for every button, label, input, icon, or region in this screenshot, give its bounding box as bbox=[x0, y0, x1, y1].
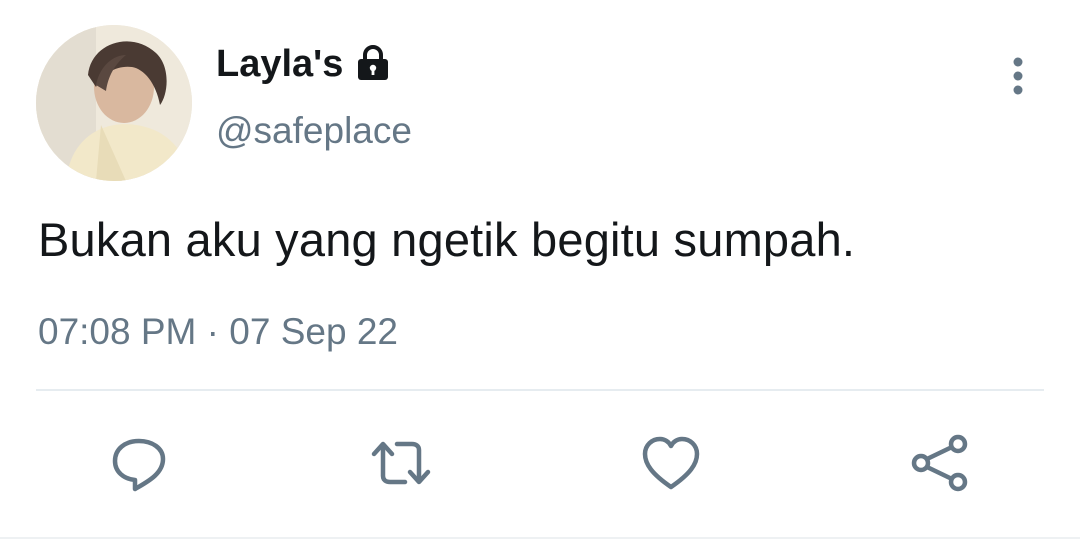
share-icon bbox=[911, 434, 968, 492]
tweet-timestamp: 07:08 PM · 07 Sep 22 bbox=[38, 313, 398, 350]
display-name-row[interactable]: Layla's bbox=[216, 44, 393, 84]
avatar[interactable] bbox=[36, 25, 192, 181]
reply-icon bbox=[112, 438, 166, 492]
tweet-text: Bukan aku yang ngetik begitu sumpah. bbox=[38, 213, 856, 266]
heart-icon bbox=[642, 436, 700, 490]
meta-separator: · bbox=[206, 311, 219, 352]
lock-icon bbox=[353, 44, 393, 84]
like-button[interactable] bbox=[640, 432, 702, 494]
retweet-button[interactable] bbox=[370, 432, 432, 494]
more-vertical-icon[interactable] bbox=[1004, 55, 1032, 97]
tweet-date: 07 Sep 22 bbox=[229, 311, 398, 352]
bottom-divider bbox=[0, 537, 1080, 539]
retweet-icon bbox=[371, 441, 431, 485]
share-button[interactable] bbox=[908, 432, 970, 494]
tweet-time: 07:08 PM bbox=[38, 311, 197, 352]
divider bbox=[36, 389, 1044, 391]
reply-button[interactable] bbox=[108, 432, 170, 494]
display-name: Layla's bbox=[216, 43, 344, 85]
user-handle[interactable]: @safeplace bbox=[216, 112, 412, 149]
